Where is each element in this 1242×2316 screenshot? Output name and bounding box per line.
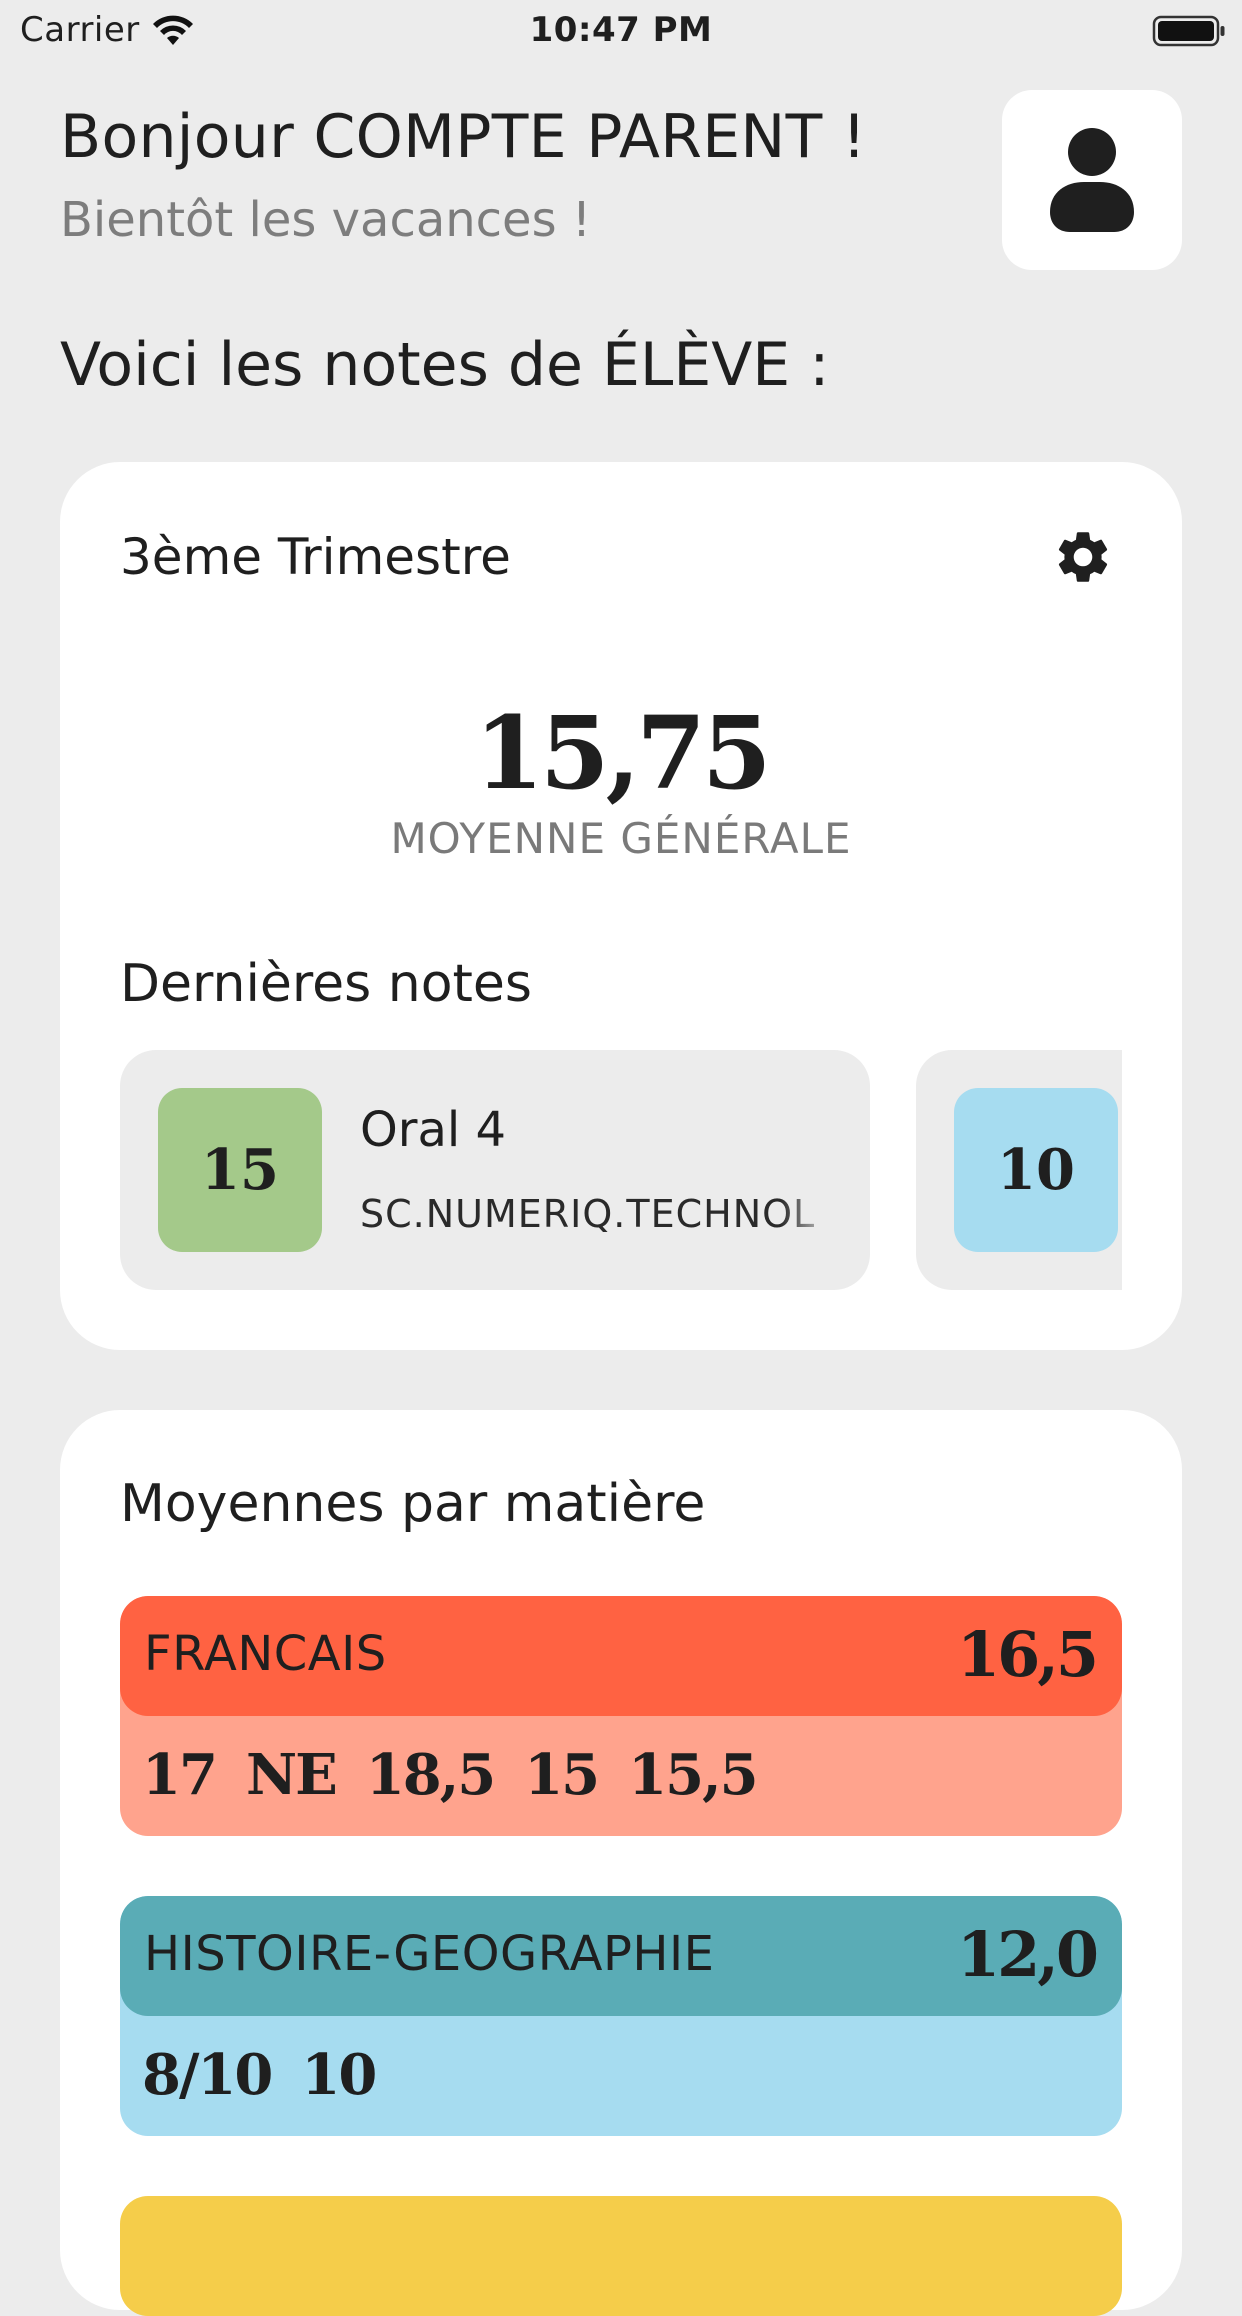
grade-value: 17 — [142, 1742, 218, 1808]
subject-francais[interactable]: FRANCAIS 16,5 17 NE 18,5 15 15,5 — [120, 1596, 1122, 1836]
battery-icon — [1152, 15, 1225, 47]
subjects-card: Moyennes par matière FRANCAIS 16,5 17 NE… — [60, 1410, 1182, 2316]
grade-value: NE — [245, 1742, 338, 1808]
grade-value: 15,5 — [628, 1742, 758, 1808]
recent-grade-card[interactable]: 10 — [916, 1050, 1122, 1290]
grade-value: 10 — [301, 2042, 377, 2108]
gear-icon[interactable] — [1052, 526, 1114, 588]
subject-grades: 17 NE 18,5 15 15,5 — [142, 1742, 759, 1808]
greeting-text: Bonjour COMPTE PARENT ! — [60, 102, 867, 172]
greeting-subtitle: Bientôt les vacances ! — [60, 192, 592, 248]
profile-button[interactable] — [1002, 90, 1182, 270]
subject-next[interactable] — [120, 2196, 1122, 2316]
recent-grade-card[interactable]: 15 Oral 4 SC.NUMERIQ.TECHNOL — [120, 1050, 870, 1290]
grade-name: Oral 4 — [360, 1102, 507, 1158]
status-bar: Carrier 10:47 PM — [0, 0, 1242, 62]
grade-badge: 10 — [954, 1088, 1118, 1252]
status-time: 10:47 PM — [529, 10, 713, 50]
subject-name: FRANCAIS — [144, 1626, 387, 1682]
trimester-card: 3ème Trimestre 15,75 MOYENNE GÉNÉRALE De… — [60, 462, 1182, 1350]
recent-notes-carousel[interactable]: 15 Oral 4 SC.NUMERIQ.TECHNOL 10 — [120, 1050, 1122, 1290]
overall-average-label: MOYENNE GÉNÉRALE — [390, 814, 852, 863]
trimester-label: 3ème Trimestre — [120, 528, 511, 586]
recent-notes-title: Dernières notes — [120, 954, 532, 1014]
subject-header: FRANCAIS 16,5 — [120, 1596, 1122, 1716]
grade-value: 18,5 — [365, 1742, 496, 1808]
subject-name: HISTOIRE-GEOGRAPHIE — [144, 1926, 715, 1982]
subjects-title: Moyennes par matière — [120, 1474, 706, 1534]
subject-average: 16,5 — [956, 1618, 1099, 1691]
user-icon — [1050, 128, 1134, 232]
subject-average: 12,0 — [956, 1918, 1099, 1991]
subject-histoire-geographie[interactable]: HISTOIRE-GEOGRAPHIE 12,0 8/10 10 — [120, 1896, 1122, 2136]
grade-value: 8/10 — [142, 2042, 273, 2108]
grade-subject: SC.NUMERIQ.TECHNOL — [360, 1192, 816, 1236]
overall-average: 15,75 — [474, 694, 771, 812]
subject-grades: 8/10 10 — [142, 2042, 377, 2108]
notes-heading: Voici les notes de ÉLÈVE : — [60, 330, 830, 400]
grade-value: 15 — [524, 1742, 600, 1808]
subject-header: HISTOIRE-GEOGRAPHIE 12,0 — [120, 1896, 1122, 2016]
grade-badge: 15 — [158, 1088, 322, 1252]
